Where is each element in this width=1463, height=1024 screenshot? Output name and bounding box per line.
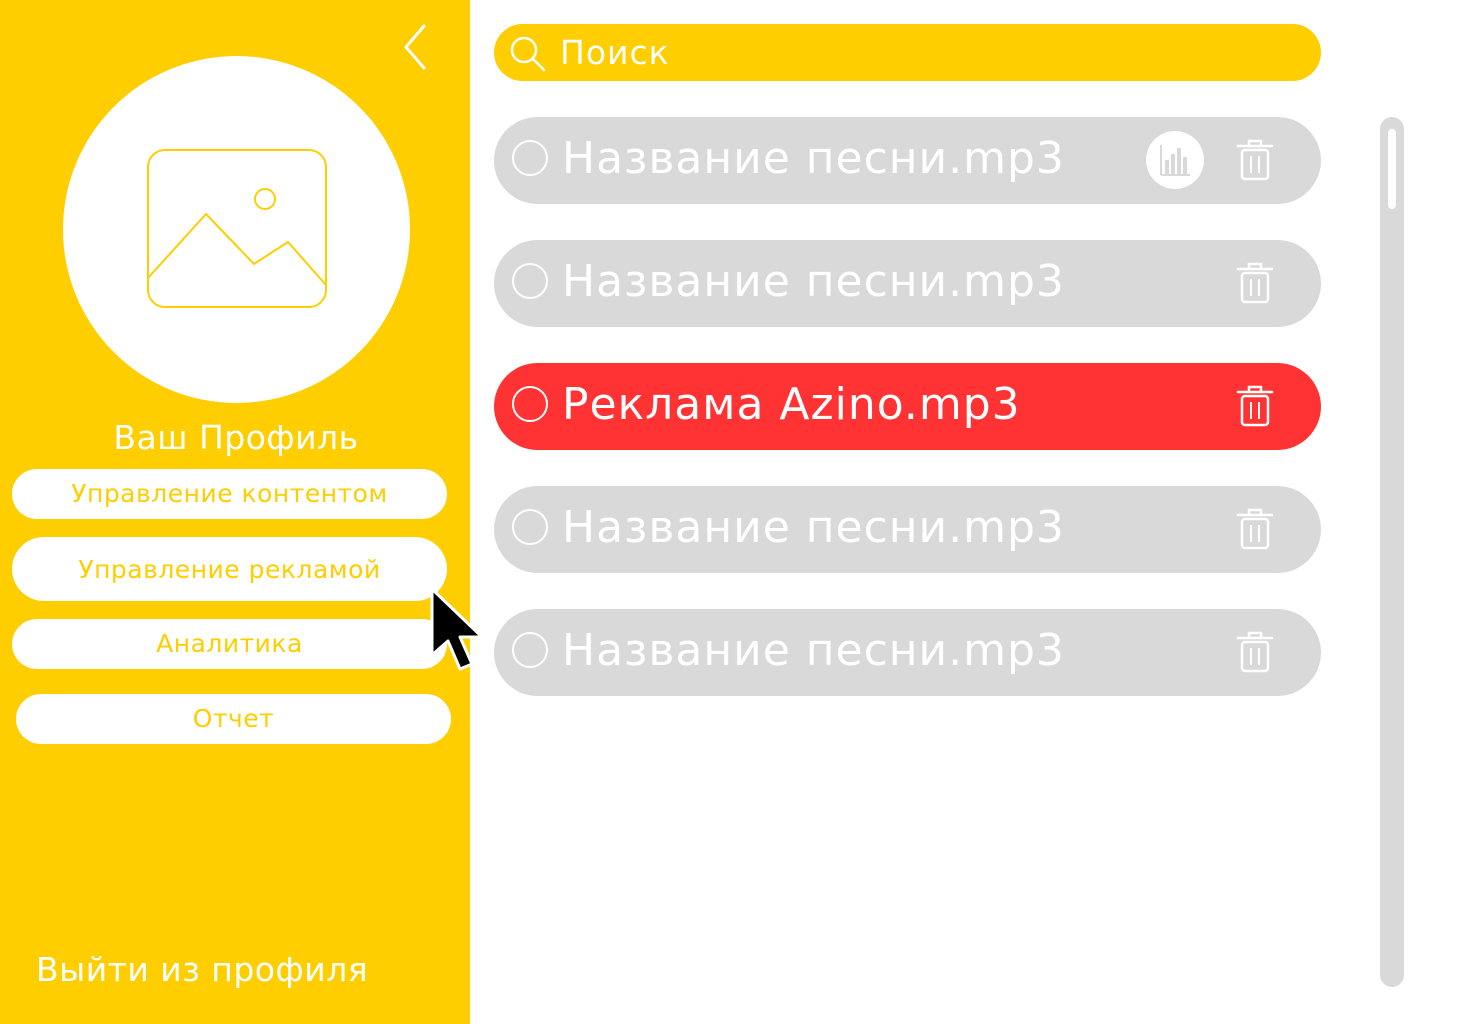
bar-chart-icon <box>1160 145 1190 176</box>
scrollbar[interactable] <box>1380 117 1404 987</box>
search-bar[interactable]: Поиск <box>494 24 1321 81</box>
trash-icon[interactable] <box>1236 630 1274 674</box>
track-select-radio[interactable] <box>512 632 548 668</box>
report-button[interactable]: Отчет <box>16 694 451 744</box>
track-row[interactable]: Название песни.mp3 <box>494 117 1321 204</box>
back-button[interactable] <box>398 22 434 72</box>
track-select-radio[interactable] <box>512 386 548 422</box>
track-name: Название песни.mp3 <box>562 133 1065 184</box>
profile-title: Ваш Профиль <box>113 418 359 457</box>
track-row[interactable]: Название песни.mp3 <box>494 240 1321 327</box>
track-row[interactable]: Название песни.mp3 <box>494 609 1321 696</box>
track-select-radio[interactable] <box>512 140 548 176</box>
track-name: Название песни.mp3 <box>562 256 1065 307</box>
avatar[interactable] <box>63 56 410 403</box>
analytics-button[interactable]: Аналитика <box>12 619 447 669</box>
scrollbar-thumb[interactable] <box>1388 129 1396 209</box>
track-name: Реклама Azino.mp3 <box>562 379 1021 430</box>
trash-icon[interactable] <box>1236 507 1274 551</box>
track-row[interactable]: Название песни.mp3 <box>494 486 1321 573</box>
track-select-radio[interactable] <box>512 263 548 299</box>
stats-button[interactable] <box>1146 131 1204 189</box>
track-row-ad[interactable]: Реклама Azino.mp3 <box>494 363 1321 450</box>
search-input[interactable]: Поиск <box>560 33 670 72</box>
trash-icon[interactable] <box>1236 384 1274 428</box>
search-icon <box>510 36 546 72</box>
content-management-button[interactable]: Управление контентом <box>12 469 447 519</box>
sidebar: Ваш Профиль Управление контентом Управле… <box>0 0 470 1024</box>
trash-icon[interactable] <box>1236 138 1274 182</box>
image-placeholder-icon <box>147 149 327 308</box>
ad-management-button[interactable]: Управление рекламой <box>12 537 447 601</box>
track-select-radio[interactable] <box>512 509 548 545</box>
chevron-left-icon <box>404 24 426 70</box>
logout-link[interactable]: Выйти из профиля <box>36 950 368 989</box>
track-name: Название песни.mp3 <box>562 502 1065 553</box>
mouse-cursor-icon <box>430 587 484 671</box>
trash-icon[interactable] <box>1236 261 1274 305</box>
track-name: Название песни.mp3 <box>562 625 1065 676</box>
